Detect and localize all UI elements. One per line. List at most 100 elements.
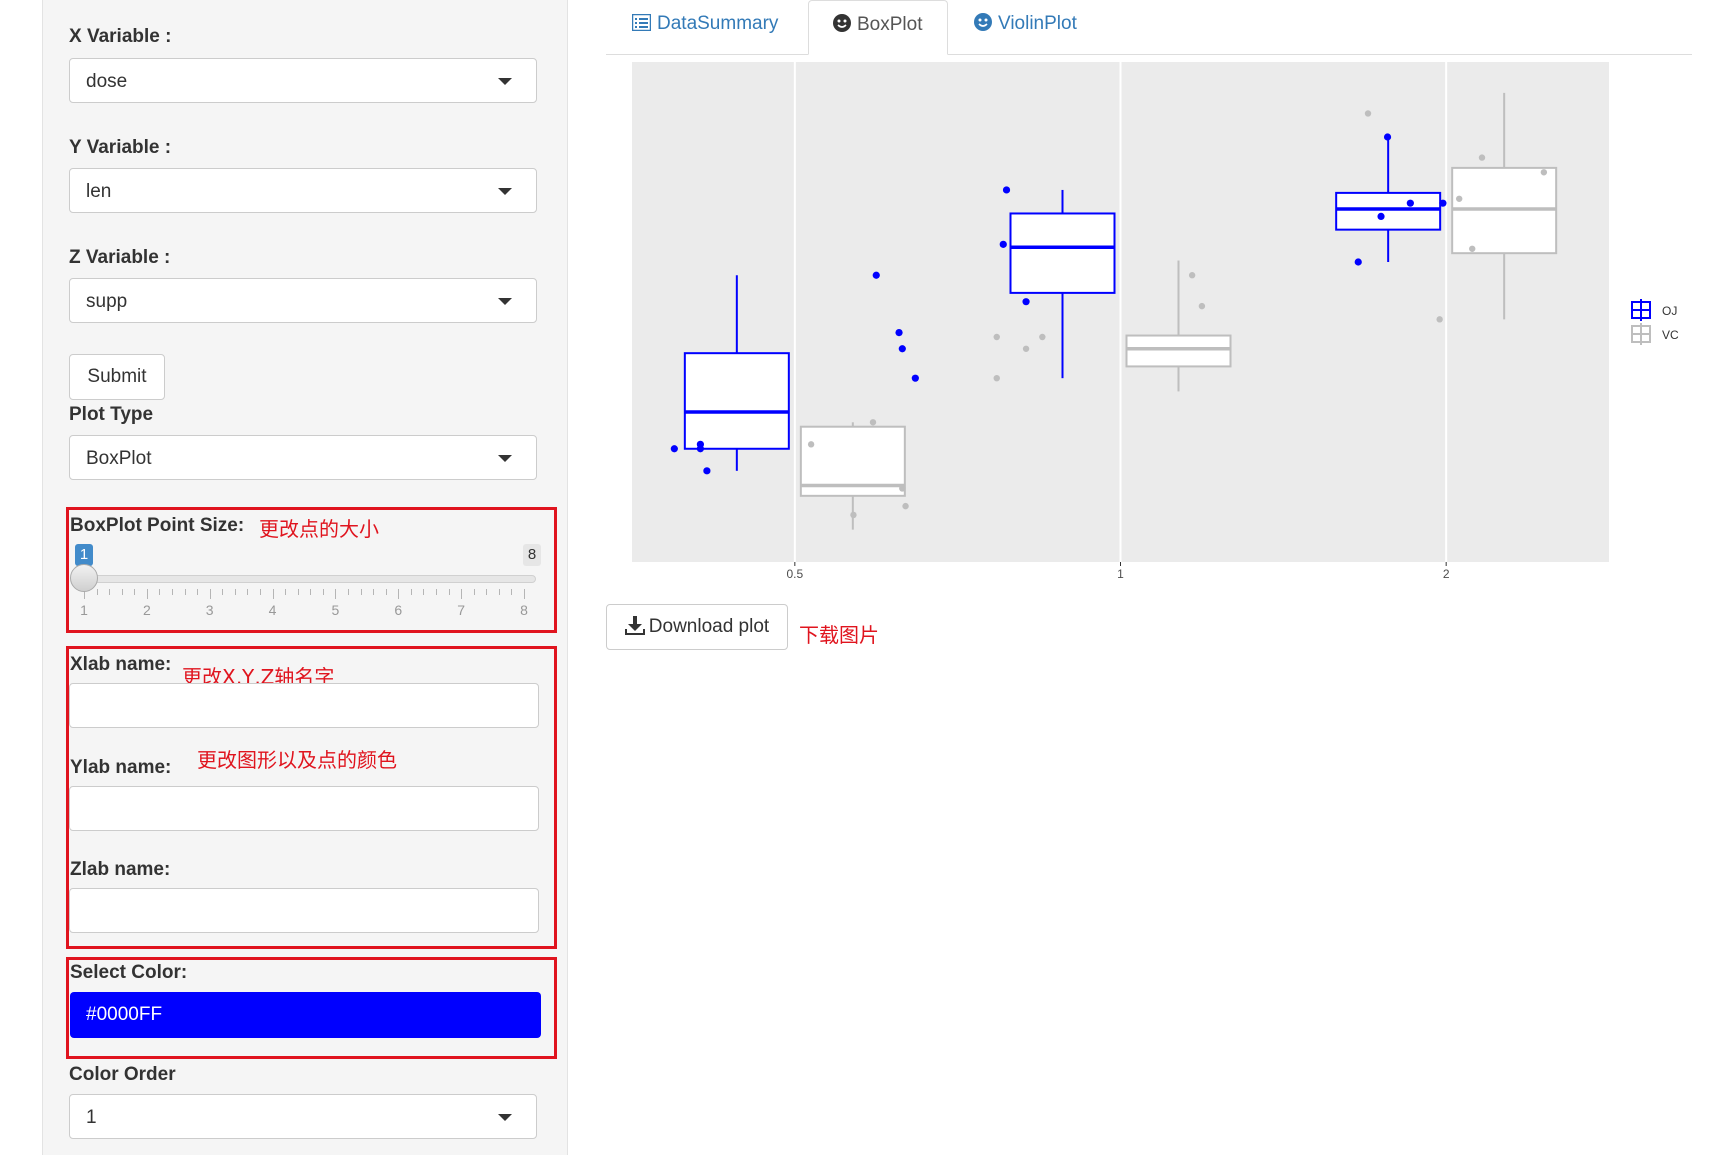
slider-minor-tick [322,589,324,595]
chevron-down-icon [498,78,512,85]
slider-minor-tick [197,589,199,595]
data-point-vc [1478,154,1486,161]
slider-current-badge: 1 [75,544,93,566]
data-point-vc [1039,333,1046,341]
data-point-oj [1439,199,1447,207]
xlab-label: Xlab name: [70,654,172,675]
box-oj [1335,191,1442,231]
slider-minor-tick [172,589,173,595]
data-point-oj [1354,258,1362,266]
z-variable-select[interactable]: supp [69,278,537,323]
xlab-input[interactable] [69,683,539,728]
data-point-oj [1406,199,1414,207]
chevron-down-icon [498,455,512,462]
slider-minor-tick [121,589,123,595]
slider-minor-tick [109,589,111,595]
data-point-oj [911,374,919,382]
plot-type-select[interactable]: BoxPlot [69,435,537,480]
data-point-oj [703,467,711,475]
x-tick-label: 2 [1443,567,1450,581]
slider-minor-tick [247,589,249,595]
slider-minor-tick [423,589,425,595]
color-value: #0000FF [86,1004,163,1025]
data-point-vc [1455,195,1463,202]
list-icon [631,2,652,50]
select-color-label: Select Color: [70,962,188,983]
slider-minor-tick [448,589,450,595]
slider-major-tick [146,589,148,599]
plot-type-label: Plot Type [69,404,154,425]
data-point-vc [993,374,1000,382]
submit-button[interactable]: Submit [69,354,165,400]
slider-tick-label: 7 [457,602,466,618]
slider-handle[interactable] [70,564,98,592]
data-point-vc [1436,316,1443,323]
color-picker-input[interactable]: #0000FF [70,992,541,1038]
slider-tick-label: 6 [394,602,403,618]
z-variable-label: Z Variable : [69,247,171,268]
ylab-label: Ylab name: [70,757,172,778]
data-point-vc [902,502,909,510]
download-icon [624,608,645,652]
legend-label-oj: OJ [1662,304,1677,318]
color-order-value: 1 [86,1107,97,1128]
slider-minor-tick [310,589,312,595]
data-point-vc [1188,272,1196,279]
slider-minor-tick [373,589,375,595]
data-point-vc [1022,345,1030,352]
slider-minor-tick [473,589,475,595]
slider-tick-label: 5 [331,602,340,618]
data-point-vc [869,419,877,426]
tab-violinplot-label: ViolinPlot [998,13,1077,34]
data-point-oj [1002,186,1011,194]
slider-minor-tick [385,589,387,595]
point-size-label: BoxPlot Point Size: [70,515,245,536]
data-point-vc [1469,245,1476,252]
chevron-down-icon [498,1114,512,1121]
tab-boxplot-label: BoxPlot [857,14,923,35]
x-tick-label: 1 [1117,567,1124,581]
slider-major-tick [272,589,274,599]
download-plot-button[interactable]: Download plot [606,604,788,650]
download-plot-label: Download plot [648,616,770,637]
tab-boxplot[interactable]: BoxPlot [808,0,948,55]
data-point-vc [1364,110,1372,117]
x-variable-select[interactable]: dose [69,58,537,103]
slider-minor-tick [222,589,224,595]
tab-violinplot[interactable]: ViolinPlot [974,0,1077,54]
data-point-oj [898,345,906,353]
slider-minor-tick [260,589,261,595]
color-order-select[interactable]: 1 [69,1094,537,1139]
plot-type-value: BoxPlot [86,448,152,469]
data-point-oj [1022,298,1030,306]
data-point-oj [895,328,903,337]
boxplot-chart: 0.5 1 2 OJ VC [632,62,1679,581]
slider-tick-label: 2 [142,602,151,618]
box-vc [1125,334,1232,368]
slider-minor-tick [96,589,98,595]
slider-track[interactable] [80,575,536,583]
slider-minor-tick [498,589,500,595]
slider-minor-tick [360,589,362,595]
data-point-vc [899,485,906,492]
slider-tick-label: 8 [520,602,528,618]
x-variable-value: dose [86,71,128,92]
slider-max-badge: 8 [523,544,541,566]
data-point-vc [1540,169,1548,176]
slider-minor-tick [184,589,186,595]
color-order-label: Color Order [69,1064,176,1085]
slider-minor-tick [436,589,437,595]
point-size-annotation: 更改点的大小 [259,517,379,541]
y-variable-select[interactable]: len [69,168,537,213]
zlab-input[interactable] [69,888,539,933]
data-point-vc [993,333,1000,341]
ylab-input[interactable] [69,786,539,831]
download-annotation: 下载图片 [799,623,879,647]
tab-datasummary[interactable]: DataSummary [631,0,779,54]
legend-label-vc: VC [1662,328,1679,342]
tab-datasummary-label: DataSummary [657,13,779,34]
slider-major-tick [209,589,211,599]
slider-major-tick [335,589,337,599]
data-point-oj [696,440,704,448]
slider-minor-tick [486,589,488,595]
